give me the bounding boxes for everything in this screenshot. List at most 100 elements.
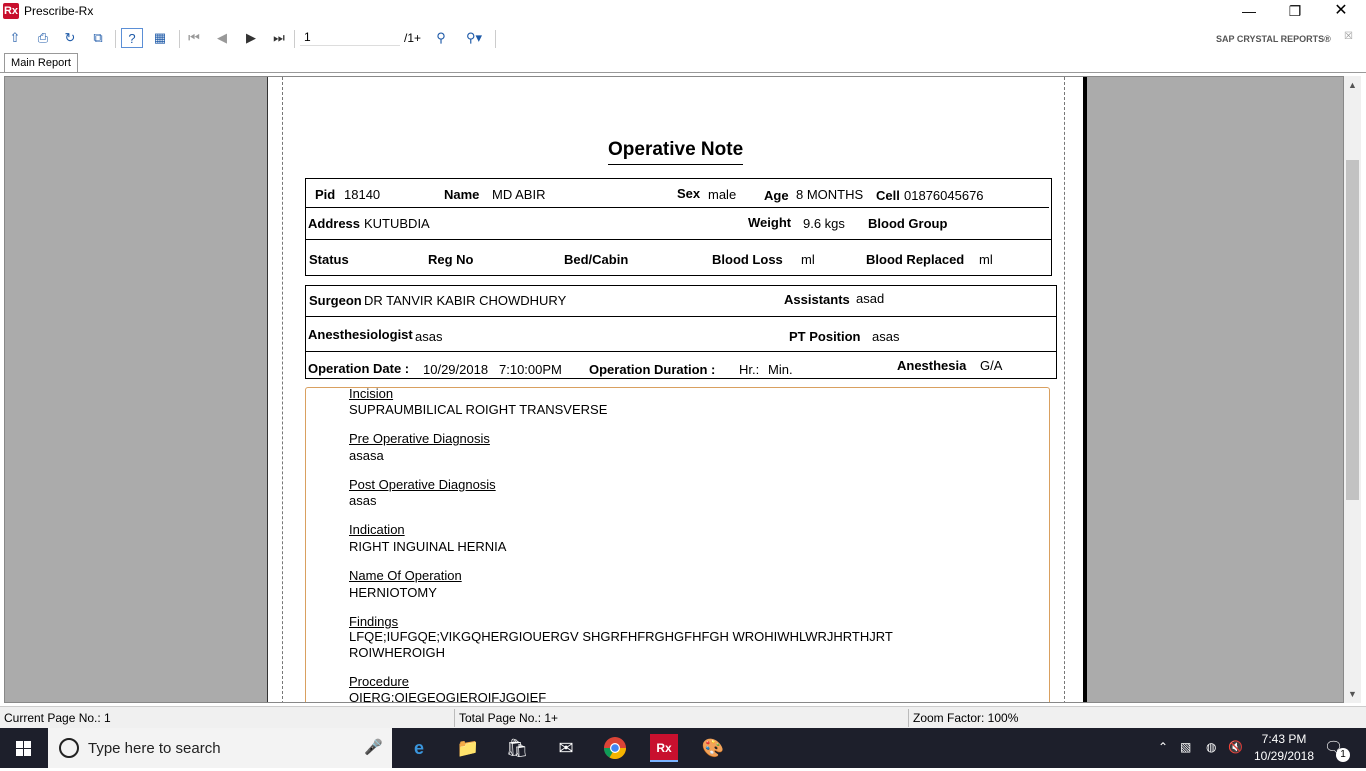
page-margin — [1064, 77, 1065, 702]
zoom-status: Zoom Factor: 100% — [913, 711, 1019, 725]
close-view-icon[interactable]: ☒ — [1344, 31, 1353, 42]
print-icon[interactable]: ⎙ — [32, 28, 54, 48]
surgeon-value: DR TANVIR KABIR CHOWDHURY — [364, 293, 567, 308]
operation-name-heading: Name Of Operation — [349, 568, 462, 583]
name-label: Name — [444, 187, 480, 202]
title-bar: Rx Prescribe-Rx — ❐ ✕ — [0, 0, 1366, 22]
copy-icon[interactable]: ⧉ — [87, 28, 109, 48]
find-icon[interactable]: ⚲ — [430, 28, 452, 48]
pt-position-label: PT Position — [789, 329, 861, 344]
prescribe-rx-taskbar-icon[interactable]: Rx — [650, 734, 678, 762]
file-explorer-icon[interactable]: 📁 — [454, 734, 482, 762]
export-icon[interactable]: ⇧ — [4, 28, 26, 48]
maximize-button[interactable]: ❐ — [1272, 0, 1318, 22]
minimize-button[interactable]: — — [1226, 0, 1272, 22]
blood-replaced-label: Blood Replaced — [866, 252, 965, 267]
surgeon-label: Surgeon — [309, 293, 362, 308]
pre-op-diagnosis-heading: Pre Operative Diagnosis — [349, 431, 490, 446]
app-icon: Rx — [3, 3, 19, 19]
duration-hr-label: Hr.: — [739, 362, 760, 377]
brand-label: SAP CRYSTAL REPORTS® — [1216, 34, 1331, 44]
group-tree-icon[interactable]: ▦ — [149, 28, 171, 48]
next-page-icon[interactable]: ▶ — [240, 28, 262, 48]
divider — [305, 239, 1052, 240]
search-circle-icon — [59, 738, 79, 758]
edge-browser-icon[interactable]: e — [405, 734, 433, 762]
refresh-icon[interactable]: ↻ — [59, 28, 81, 48]
procedure-heading: Procedure — [349, 674, 409, 689]
clock-time[interactable]: 7:43 PM — [1254, 732, 1314, 746]
assistants-value: asad — [856, 291, 885, 306]
sex-value: male — [708, 187, 737, 202]
clock-date[interactable]: 10/29/2018 — [1250, 749, 1318, 763]
store-icon[interactable]: 🛍 — [503, 734, 531, 762]
blood-group-label: Blood Group — [868, 216, 948, 231]
operation-duration-label: Operation Duration : — [589, 362, 716, 377]
age-value: 8 MONTHS — [796, 187, 864, 202]
indication-heading: Indication — [349, 522, 405, 537]
chrome-icon[interactable] — [601, 734, 629, 762]
bed-cabin-label: Bed/Cabin — [564, 252, 629, 267]
report-title: Operative Note — [608, 139, 744, 165]
total-page-status: Total Page No.: 1+ — [459, 711, 559, 725]
status-bar: Current Page No.: 1 Total Page No.: 1+ Z… — [0, 706, 1366, 728]
mail-icon[interactable]: ✉ — [552, 734, 580, 762]
blood-loss-unit: ml — [801, 252, 815, 267]
weight-value: 9.6 kgs — [803, 216, 845, 231]
windows-start-button[interactable] — [0, 728, 48, 768]
blood-replaced-unit: ml — [979, 252, 993, 267]
toolbar: ⇧ ⎙ ↻ ⧉ ? ▦ ⏮ ◀ ▶ ⏭ ⚲ ⚲▾ — [0, 24, 1366, 52]
scroll-up-icon[interactable]: ▲ — [1344, 80, 1361, 90]
toolbar-separator — [294, 30, 295, 48]
anesthesiologist-label: Anesthesiologist — [308, 327, 413, 342]
battery-icon[interactable]: ▧ — [1180, 740, 1191, 754]
report-viewer[interactable]: Operative Note Pid 18140 Name MD ABIR Se… — [4, 76, 1344, 703]
toolbar-separator — [179, 30, 180, 48]
sex-label: Sex — [677, 186, 701, 201]
volume-mute-icon[interactable]: 🔇 — [1228, 740, 1243, 754]
divider — [305, 207, 1049, 208]
page-edge — [1083, 77, 1087, 702]
zoom-icon[interactable]: ⚲▾ — [458, 28, 490, 48]
divider — [305, 351, 1057, 352]
blood-loss-label: Blood Loss — [712, 252, 783, 267]
page-number-input[interactable] — [300, 28, 400, 46]
operation-date-label: Operation Date : — [308, 361, 410, 376]
toolbar-separator — [115, 30, 116, 48]
help-icon[interactable]: ? — [121, 28, 143, 48]
tab-main-report[interactable]: Main Report — [4, 53, 78, 73]
scroll-down-icon[interactable]: ▼ — [1344, 689, 1361, 699]
address-label: Address — [308, 216, 361, 231]
indication-value: RIGHT INGUINAL HERNIA — [349, 539, 507, 554]
close-button[interactable]: ✕ — [1318, 0, 1364, 22]
paint-icon[interactable]: 🎨 — [699, 734, 727, 762]
chevron-up-icon[interactable]: ⌃ — [1158, 740, 1168, 754]
anesthesiologist-value: asas — [415, 329, 443, 344]
name-value: MD ABIR — [492, 187, 546, 202]
pre-op-diagnosis-value: asasa — [349, 448, 384, 463]
pt-position-value: asas — [872, 329, 900, 344]
pid-value: 18140 — [344, 187, 381, 202]
previous-page-icon[interactable]: ◀ — [211, 28, 233, 48]
microphone-icon[interactable]: 🎤 — [364, 738, 383, 756]
age-label: Age — [764, 188, 789, 203]
scrollbar-thumb[interactable] — [1346, 160, 1359, 500]
wifi-icon[interactable]: ◍ — [1206, 740, 1216, 754]
post-op-diagnosis-value: asas — [349, 493, 377, 508]
operation-date-value: 10/29/2018 — [423, 362, 489, 377]
report-page: Operative Note Pid 18140 Name MD ABIR Se… — [267, 77, 1083, 703]
procedure-value: OIERG;OIEGEOGIEROIFJGOIEF — [349, 690, 547, 703]
status-separator — [454, 709, 455, 727]
windows-logo-icon — [16, 741, 31, 756]
reg-no-label: Reg No — [428, 252, 474, 267]
pid-label: Pid — [315, 187, 336, 202]
page-total: /1+ — [404, 31, 422, 45]
search-placeholder: Type here to search — [88, 740, 221, 757]
first-page-icon[interactable]: ⏮ — [183, 28, 205, 48]
findings-value: LFQE;IUFGQE;VIKGQHERGIOUERGV SHGRFHFRGHG… — [349, 629, 893, 644]
findings-value: ROIWHEROIGH — [349, 645, 446, 660]
last-page-icon[interactable]: ⏭ — [268, 28, 290, 48]
tab-divider — [0, 72, 1366, 73]
taskbar-search[interactable]: Type here to search 🎤 — [48, 728, 392, 768]
status-label: Status — [309, 252, 349, 267]
